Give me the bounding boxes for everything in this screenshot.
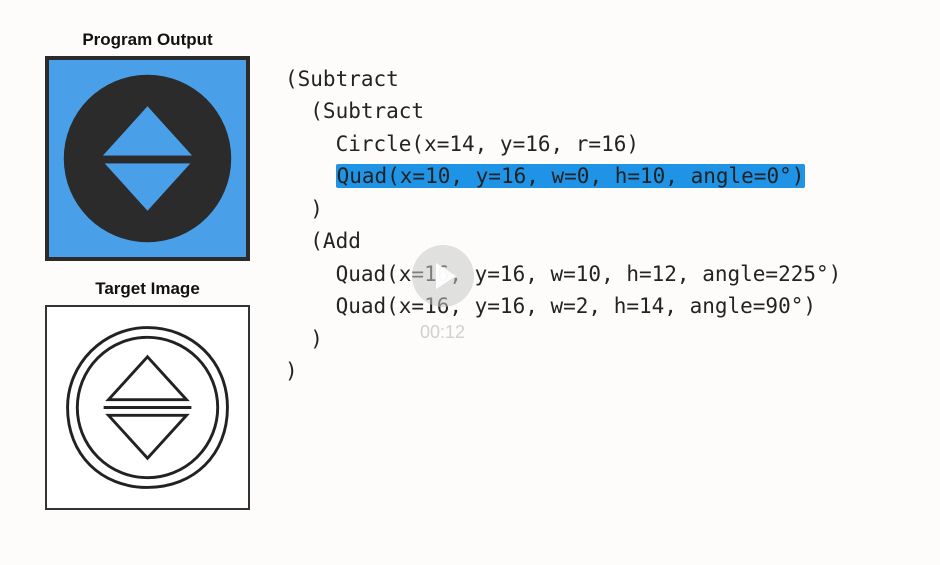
code-line: Quad(x=16, y=16, w=10, h=12, angle=225°): [285, 262, 841, 286]
code-line: (Subtract: [285, 67, 399, 91]
play-icon: [436, 263, 456, 289]
target-image: [45, 305, 250, 510]
code-line: Circle(x=14, y=16, r=16): [285, 132, 639, 156]
code-line-highlighted: Quad(x=10, y=16, w=0, h=10, angle=0°): [336, 164, 806, 188]
play-button[interactable]: [412, 245, 474, 307]
code-line: (Subtract: [285, 99, 424, 123]
code-line: ): [285, 327, 323, 351]
code-line: (Add: [285, 229, 361, 253]
code-line-prefix: [285, 164, 336, 188]
output-svg: [49, 60, 246, 257]
target-image-label: Target Image: [95, 279, 200, 299]
video-timestamp: 00:12: [420, 322, 465, 343]
code-line: Quad(x=16, y=16, w=2, h=14, angle=90°): [285, 294, 816, 318]
program-output-label: Program Output: [82, 30, 212, 50]
target-svg: [50, 310, 245, 505]
code-block: (Subtract (Subtract Circle(x=14, y=16, r…: [285, 30, 841, 510]
code-line: ): [285, 197, 323, 221]
code-line: ): [285, 359, 298, 383]
program-output-image: [45, 56, 250, 261]
left-column: Program Output Target Image: [40, 30, 255, 510]
